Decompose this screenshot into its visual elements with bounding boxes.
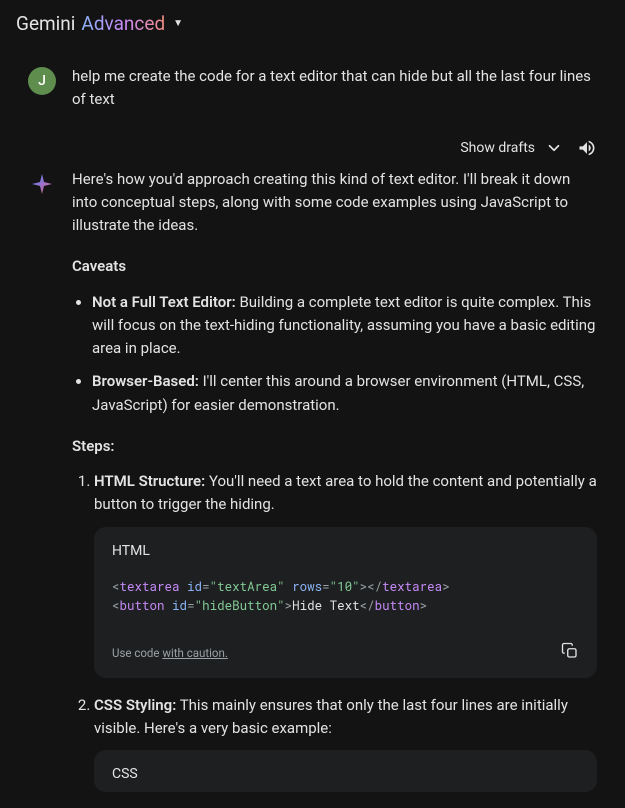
caveats-heading: Caveats — [72, 255, 597, 278]
caution-link[interactable]: with caution. — [162, 646, 228, 660]
list-item: CSS Styling: This mainly ensures that on… — [94, 694, 597, 792]
steps-heading: Steps: — [72, 435, 597, 458]
brand-advanced-label: Advanced — [81, 12, 165, 35]
code-block-css: CSS — [94, 750, 597, 792]
chevron-down-icon — [545, 139, 563, 157]
step-label: HTML Structure: — [94, 472, 205, 490]
assistant-message: Here's how you'd approach creating this … — [28, 168, 597, 808]
caveat-label: Browser-Based: — [92, 372, 199, 390]
show-drafts-button[interactable]: Show drafts — [460, 139, 563, 157]
intro-paragraph: Here's how you'd approach creating this … — [72, 168, 597, 238]
brand-gemini-label: Gemini — [16, 12, 75, 35]
code-footer: Use code with caution. — [94, 632, 597, 678]
list-item: Not a Full Text Editor: Building a compl… — [92, 291, 597, 361]
steps-list: HTML Structure: You'll need a text area … — [72, 470, 597, 792]
list-item: Browser-Based: I'll center this around a… — [92, 370, 597, 417]
gemini-spark-icon — [28, 170, 56, 198]
copy-icon — [561, 642, 579, 660]
code-block-html: HTML <textarea id="textArea" rows="10"><… — [94, 527, 597, 678]
app-header: Gemini Advanced ▼ — [0, 0, 625, 47]
user-avatar: J — [28, 67, 56, 95]
code-content: <textarea id="textArea" rows="10"></text… — [94, 568, 597, 632]
model-selector[interactable]: Gemini Advanced ▼ — [16, 12, 183, 35]
caveat-label: Not a Full Text Editor: — [92, 293, 236, 311]
user-prompt-text: help me create the code for a text edito… — [72, 65, 597, 112]
list-item: HTML Structure: You'll need a text area … — [94, 470, 597, 678]
assistant-body: Here's how you'd approach creating this … — [72, 168, 597, 808]
copy-code-button[interactable] — [561, 642, 579, 666]
conversation: J help me create the code for a text edi… — [0, 47, 625, 112]
code-lang-label: HTML — [94, 527, 597, 569]
show-drafts-label: Show drafts — [460, 140, 535, 156]
volume-icon — [577, 138, 597, 158]
code-lang-label: CSS — [94, 750, 597, 792]
text-to-speech-button[interactable] — [577, 138, 597, 158]
step-label: CSS Styling: — [94, 696, 176, 714]
caret-down-icon: ▼ — [173, 18, 183, 29]
response-actions: Show drafts — [0, 132, 625, 168]
caution-text: Use code with caution. — [112, 645, 228, 663]
user-message: J help me create the code for a text edi… — [28, 65, 597, 112]
caveats-list: Not a Full Text Editor: Building a compl… — [72, 291, 597, 417]
assistant-area: Here's how you'd approach creating this … — [0, 168, 625, 808]
